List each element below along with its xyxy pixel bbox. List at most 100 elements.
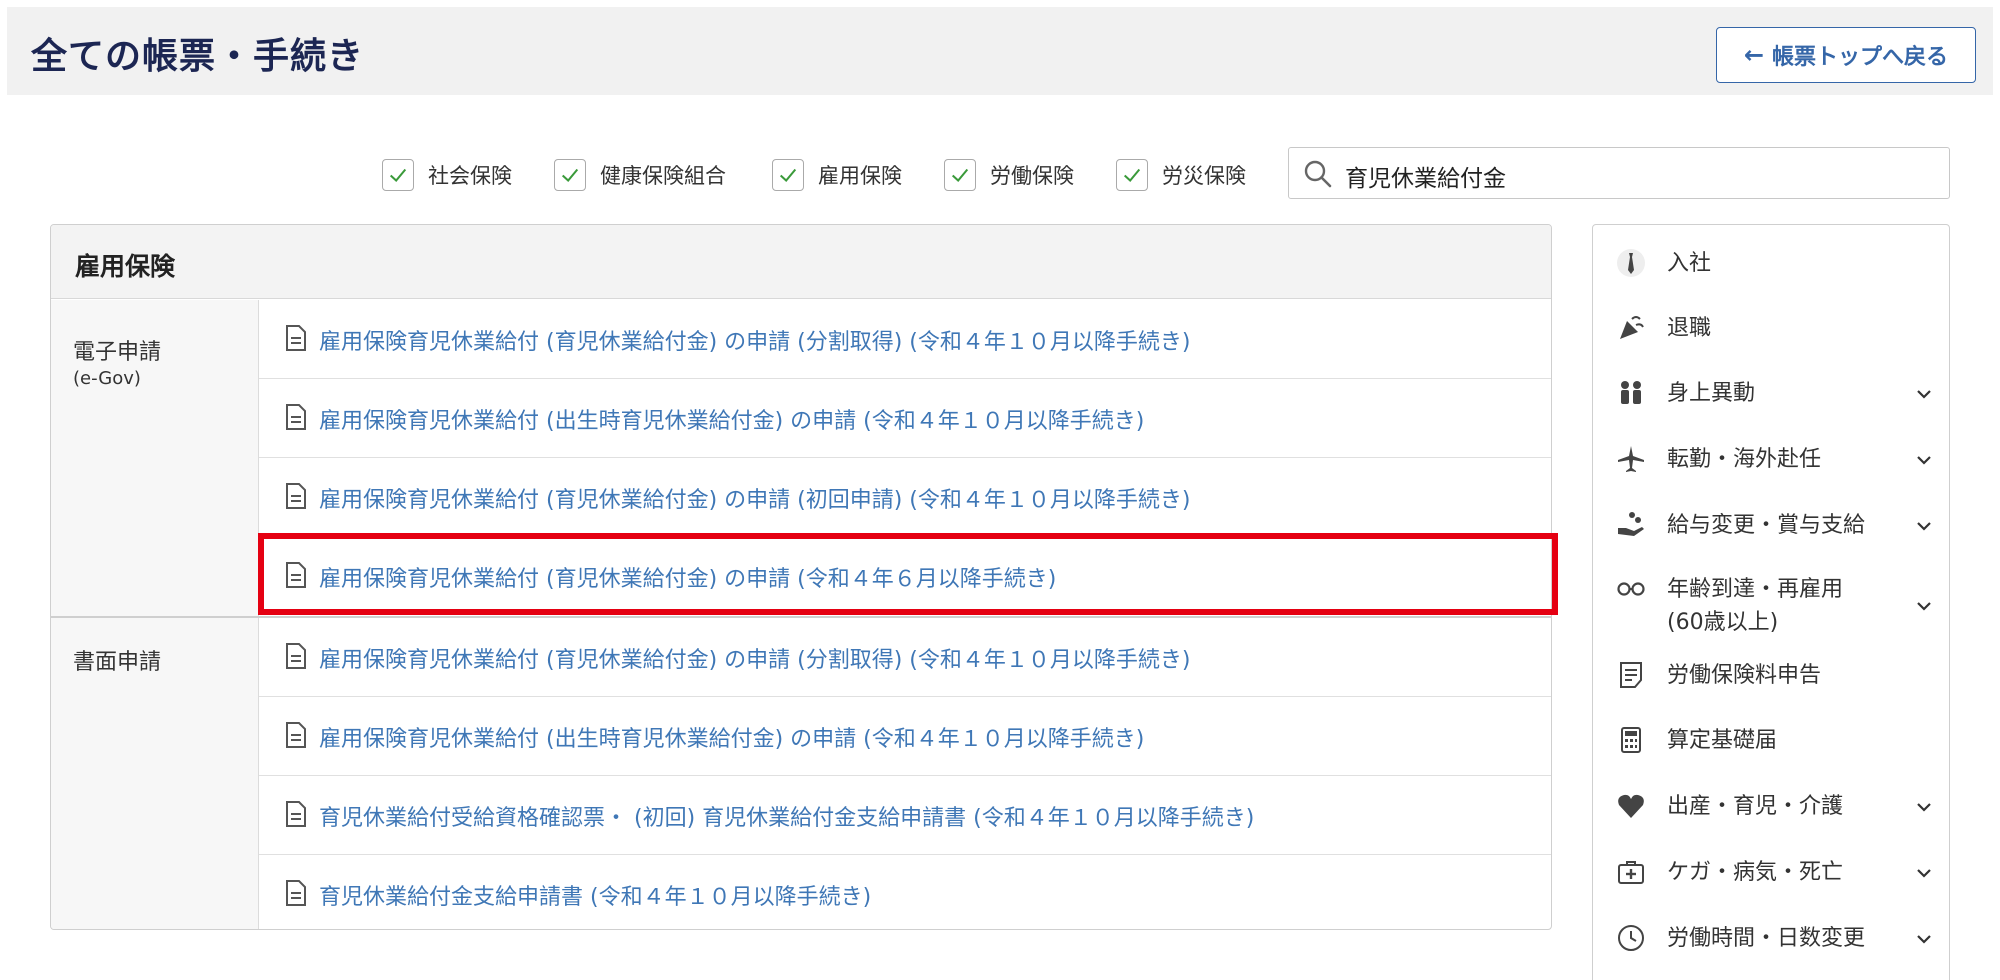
form-link[interactable]: 育児休業給付受給資格確認票・ (初回) 育児休業給付金支給申請書 (令和４年１０… [319,800,1254,832]
sidebar-item-label: 労働保険料申告 [1667,663,1822,688]
form-link[interactable]: 雇用保険育児休業給付 (育児休業給付金) の申請 (令和４年６月以降手続き) [319,561,1056,593]
back-to-forms-top-button[interactable]: ← 帳票トップへ戻る [1716,27,1976,83]
category-sidebar: 入社 退職 身上異動 転勤・海外赴任 給与変更・賞与支給 年齢到達・再雇用 (6… [1592,224,1950,980]
chevron-down-icon [1917,869,1931,878]
sidebar-item-shussan-ikuji[interactable]: 出産・育児・介護 [1593,782,1949,832]
sidebar-item-label: 算定基礎届 [1667,728,1778,753]
document-icon [286,404,306,430]
sidebar-item-label: 労働時間・日数変更 [1667,926,1866,951]
document-icon [286,562,306,588]
chevron-down-icon [1917,803,1931,812]
checkbox[interactable] [382,159,414,191]
back-button-label: 帳票トップへ戻る [1772,45,1949,70]
form-link[interactable]: 雇用保険育児休業給付 (育児休業給付金) の申請 (初回申請) (令和４年１０月… [319,482,1190,514]
panel-title: 雇用保険 [75,252,176,281]
hand-coins-icon [1615,509,1647,541]
filter-rodo-hoken[interactable]: 労働保険 [944,159,1074,191]
sidebar-item-label: 身上異動 [1667,381,1756,406]
sidebar-item-kega-byoki[interactable]: ケガ・病気・死亡 [1593,848,1949,898]
sidebar-item-taishoku[interactable]: 退職 [1593,304,1949,354]
search-input[interactable]: 育児休業給付金 [1288,147,1950,199]
chevron-down-icon [1917,602,1931,611]
koyo-hoken-panel: 雇用保険 電子申請 (e-Gov) 雇用保険育児休業給付 (育児休業給付金) の… [50,224,1552,930]
sidebar-item-label: 出産・育児・介護 [1667,794,1844,819]
necktie-icon [1615,247,1647,279]
list-item[interactable]: 雇用保険育児休業給付 (育児休業給付金) の申請 (令和４年６月以降手続き) [259,537,1551,616]
list-item[interactable]: 雇用保険育児休業給付 (育児休業給付金) の申請 (初回申請) (令和４年１０月… [259,458,1551,537]
document-icon [286,880,306,906]
filter-label: 労災保険 [1162,164,1246,188]
filter-shakai-hoken[interactable]: 社会保険 [382,159,512,191]
chevron-down-icon [1917,456,1931,465]
group-label: 書面申請 [73,650,162,675]
check-icon [561,168,579,182]
sidebar-item-shinjo-ido[interactable]: 身上異動 [1593,369,1949,419]
search-icon [1304,160,1332,188]
sidebar-item-nenrei-totatsu[interactable]: 年齢到達・再雇用 (60歳以上) [1593,567,1949,637]
sidebar-item-kyuyo-henko[interactable]: 給与変更・賞与支給 [1593,501,1949,551]
document-icon [286,325,306,351]
search-value: 育児休業給付金 [1345,166,1506,192]
checkbox[interactable] [944,159,976,191]
checkbox[interactable] [772,159,804,191]
airplane-icon [1615,443,1647,475]
page-title: 全ての帳票・手続き [31,36,365,77]
clock-icon [1615,922,1647,954]
form-link[interactable]: 雇用保険育児休業給付 (育児休業給付金) の申請 (分割取得) (令和４年１０月… [319,324,1190,356]
sidebar-item-label: 年齢到達・再雇用 [1667,577,1844,602]
sidebar-item-label: 退職 [1667,316,1712,341]
chevron-down-icon [1917,935,1931,944]
filter-label: 雇用保険 [818,164,902,188]
group-label: 電子申請 [73,340,162,365]
filter-kenko-hoken-kumiai[interactable]: 健康保険組合 [554,159,726,191]
checkbox[interactable] [1116,159,1148,191]
sidebar-item-label: 入社 [1667,251,1712,276]
sidebar-item-label: 転勤・海外赴任 [1667,447,1822,472]
sidebar-item-label: 給与変更・賞与支給 [1667,513,1866,538]
filter-koyo-hoken[interactable]: 雇用保険 [772,159,902,191]
list-item[interactable]: 育児休業給付受給資格確認票・ (初回) 育児休業給付金支給申請書 (令和４年１０… [259,776,1551,855]
panel-header: 雇用保険 [51,225,1551,299]
people-icon [1615,377,1647,409]
calculator-icon [1615,724,1647,756]
sidebar-item-rodo-hokenryo[interactable]: 労働保険料申告 [1593,651,1949,701]
sidebar-item-sublabel: (60歳以上) [1667,610,1779,635]
checkbox[interactable] [554,159,586,191]
chevron-down-icon [1917,522,1931,531]
heart-icon [1615,790,1647,822]
filter-label: 健康保険組合 [600,164,726,188]
check-icon [389,168,407,182]
chevron-down-icon [1917,390,1931,399]
first-aid-icon [1615,856,1647,888]
group-sublabel: (e-Gov) [73,368,141,389]
list-item[interactable]: 雇用保険育児休業給付 (育児休業給付金) の申請 (分割取得) (令和４年１０月… [259,618,1551,697]
document-lines-icon [1615,659,1647,691]
sidebar-item-tenkin[interactable]: 転勤・海外赴任 [1593,435,1949,485]
filter-rosai-hoken[interactable]: 労災保険 [1116,159,1246,191]
list-item[interactable]: 雇用保険育児休業給付 (出生時育児休業給付金) の申請 (令和４年１０月以降手続… [259,379,1551,458]
document-icon [286,643,306,669]
form-link[interactable]: 雇用保険育児休業給付 (育児休業給付金) の申請 (分割取得) (令和４年１０月… [319,642,1190,674]
arrow-left-icon: ← [1743,41,1765,69]
page-header: 全ての帳票・手続き ← 帳票トップへ戻る [7,7,1993,95]
check-icon [1123,168,1141,182]
sidebar-item-label: ケガ・病気・死亡 [1667,860,1844,885]
form-link[interactable]: 育児休業給付金支給申請書 (令和４年１０月以降手続き) [319,879,871,911]
group-label-cell: 書面申請 [51,618,259,929]
list-item[interactable]: 雇用保険育児休業給付 (出生時育児休業給付金) の申請 (令和４年１０月以降手続… [259,697,1551,776]
document-icon [286,801,306,827]
document-icon [286,483,306,509]
filter-label: 労働保険 [990,164,1074,188]
sidebar-item-santei-kiso[interactable]: 算定基礎届 [1593,716,1949,766]
list-item[interactable]: 育児休業給付金支給申請書 (令和４年１０月以降手続き) [259,855,1551,929]
party-popper-icon [1615,312,1647,344]
check-icon [779,168,797,182]
check-icon [951,168,969,182]
list-item[interactable]: 雇用保険育児休業給付 (育児休業給付金) の申請 (分割取得) (令和４年１０月… [259,300,1551,379]
form-link[interactable]: 雇用保険育児休業給付 (出生時育児休業給付金) の申請 (令和４年１０月以降手続… [319,721,1144,753]
sidebar-item-nyusha[interactable]: 入社 [1593,239,1949,289]
group-label-cell: 電子申請 (e-Gov) [51,300,259,616]
form-link[interactable]: 雇用保険育児休業給付 (出生時育児休業給付金) の申請 (令和４年１０月以降手続… [319,403,1144,435]
sidebar-item-rodo-jikan[interactable]: 労働時間・日数変更 [1593,914,1949,964]
filter-label: 社会保険 [428,164,512,188]
